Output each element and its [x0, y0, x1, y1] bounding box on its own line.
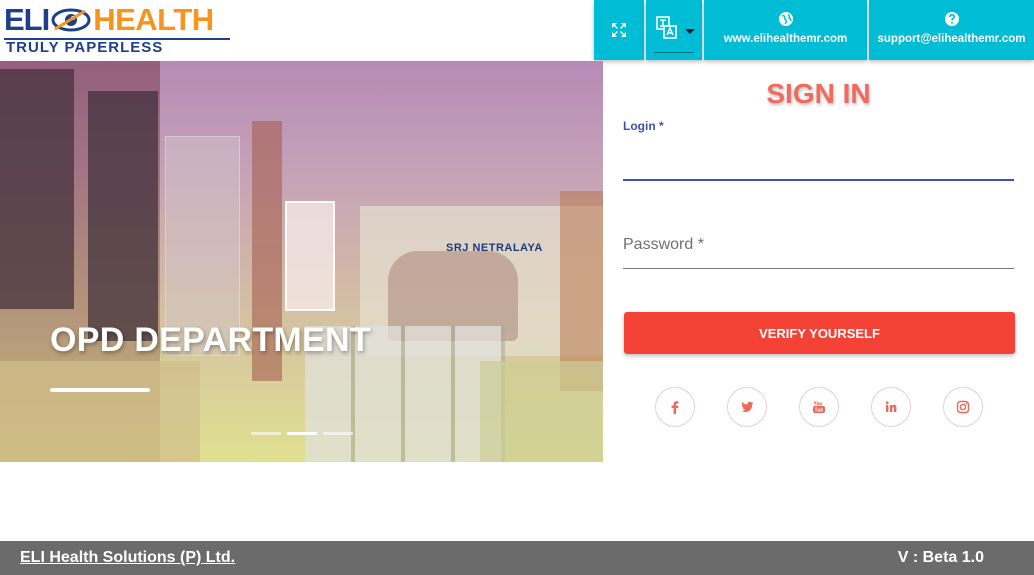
support-label: support@elihealthemr.com [877, 33, 1026, 45]
language-underline [654, 52, 694, 53]
login-input[interactable] [623, 135, 1014, 181]
logo-tagline: TRULY PAPERLESS [4, 38, 230, 56]
slide-caption-underline [50, 388, 150, 392]
logo-wordmark: ELI HEALTH [4, 3, 214, 37]
translate-icon [656, 16, 677, 39]
facebook-link[interactable] [655, 387, 695, 427]
login-label: Login * [623, 119, 664, 133]
slide-caption: OPD DEPARTMENT [50, 321, 371, 359]
linkedin-icon [885, 401, 897, 412]
language-selector[interactable] [646, 0, 702, 60]
hero-image-floor [480, 361, 603, 462]
hero-image-counter [0, 361, 200, 462]
carousel-indicator-active[interactable] [287, 432, 317, 435]
page: ELI HEALTH TRULY PAPERLESS www.elihealth… [0, 0, 1034, 575]
carousel-indicator[interactable] [251, 432, 281, 435]
eye-logo-icon [51, 8, 91, 32]
carousel-indicator[interactable] [323, 432, 353, 435]
support-email-link[interactable]: support@elihealthemr.com [869, 0, 1034, 60]
twitter-link[interactable] [727, 387, 767, 427]
website-link[interactable]: www.elihealthemr.com [704, 0, 867, 60]
hero-image-shelf [285, 201, 335, 311]
version-label: V : Beta 1.0 [897, 549, 984, 566]
hero-image-sign: SRJ NETRALAYA [446, 242, 543, 254]
youtube-icon [813, 400, 825, 413]
footer: ELI Health Solutions (P) Ltd. V : Beta 1… [0, 541, 1034, 575]
fullscreen-expand-icon [612, 23, 626, 37]
instagram-icon [956, 400, 970, 414]
hero-image-board [88, 91, 158, 341]
help-circle-icon [944, 12, 959, 26]
chevron-down-icon [685, 29, 695, 34]
website-label: www.elihealthemr.com [723, 33, 848, 45]
twitter-icon [741, 401, 754, 413]
youtube-link[interactable] [799, 387, 839, 427]
fullscreen-button[interactable] [594, 0, 644, 60]
globe-icon [778, 12, 793, 26]
password-input[interactable] [623, 222, 1014, 269]
verify-yourself-button[interactable]: VERIFY YOURSELF [624, 312, 1015, 354]
instagram-link[interactable] [943, 387, 983, 427]
hero-image-board [0, 69, 74, 309]
brand-logo[interactable]: ELI HEALTH TRULY PAPERLESS [4, 3, 230, 56]
logo-brand-right: HEALTH [93, 2, 214, 37]
carousel-indicators [251, 432, 353, 435]
company-link[interactable]: ELI Health Solutions (P) Ltd. [20, 549, 235, 567]
facebook-icon [671, 401, 679, 414]
linkedin-link[interactable] [871, 387, 911, 427]
signin-title: SIGN IN [766, 78, 871, 109]
hero-carousel[interactable]: SRJ NETRALAYA OPD DEPARTMENT [0, 61, 603, 462]
logo-brand-left: ELI [4, 2, 50, 37]
